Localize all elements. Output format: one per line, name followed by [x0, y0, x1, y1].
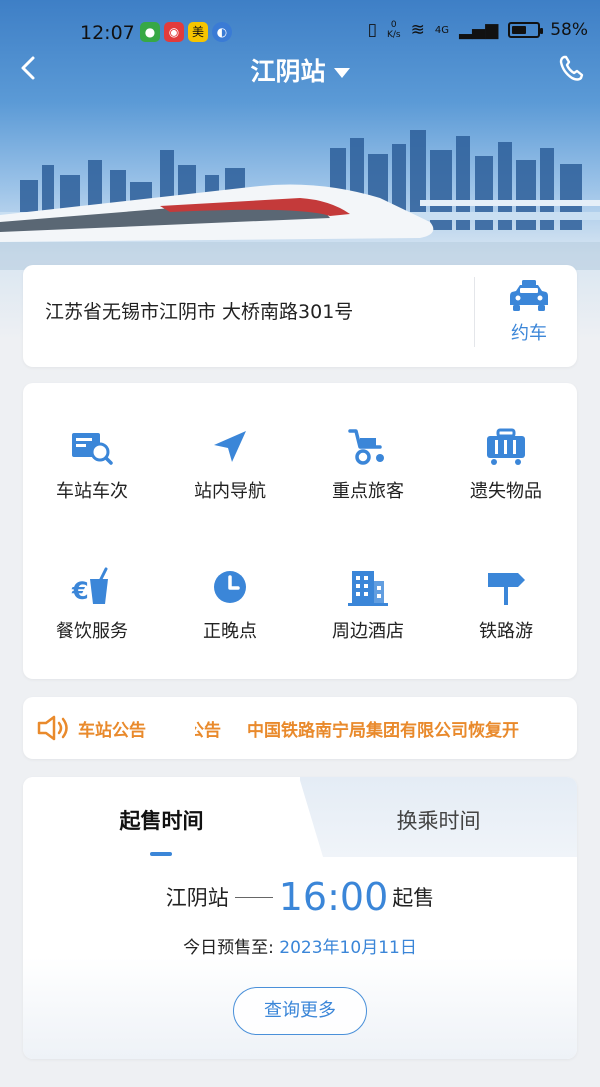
service-label: 周边酒店 [332, 621, 404, 642]
dash-divider [234, 896, 273, 898]
service-catering[interactable]: € 餐饮服务 [23, 567, 161, 643]
service-indoor-navigation[interactable]: 站内导航 [161, 427, 299, 503]
service-label: 重点旅客 [332, 481, 404, 502]
signpost-icon [488, 573, 525, 605]
svg-text:€: € [71, 577, 89, 605]
notice-marquee: 公告 中国铁路南宁局集团有限公司恢复开 [195, 716, 570, 741]
service-priority-passengers[interactable]: 重点旅客 [299, 427, 437, 503]
active-tab-indicator [150, 852, 172, 856]
address-card: 江苏省无锡市江阴市 大桥南路301号 约车 [23, 265, 577, 367]
notice-ghost-text: 公告 [195, 721, 221, 741]
book-taxi-button[interactable]: 约车 [494, 279, 564, 345]
service-lost-items[interactable]: 遗失物品 [437, 427, 575, 503]
caret-down-icon [333, 68, 350, 78]
station-address: 江苏省无锡市江阴市 大桥南路301号 [45, 301, 354, 323]
divider [474, 277, 475, 347]
sale-suffix: 起售 [392, 886, 435, 910]
clock-icon [214, 571, 246, 603]
train-search-icon [72, 433, 113, 465]
notice-message: 中国铁路南宁局集团有限公司恢复开 [247, 721, 519, 741]
weibo-icon: ◉ [164, 22, 184, 42]
navigation-bar: 江阴站 [0, 48, 600, 88]
ticket-sale-card: 起售时间 换乘时间 江阴站 16:00 起售 今日预售至: 2023年10月11日 … [23, 777, 577, 1059]
taxi-label: 约车 [511, 323, 547, 344]
battery-level [512, 26, 527, 34]
sale-station: 江阴站 [165, 886, 229, 910]
phone-icon[interactable] [556, 52, 588, 84]
network-speed: 0 K/s [387, 20, 401, 40]
wechat-icon: ● [140, 22, 160, 42]
drink-cup-icon: € [71, 567, 108, 605]
vibrate-icon: ▯ [367, 20, 377, 40]
hotel-building-icon [348, 571, 388, 606]
service-station-trains[interactable]: 车站车次 [23, 427, 161, 503]
station-notice-bar[interactable]: 车站公告 公告 中国铁路南宁局集团有限公司恢复开 [23, 697, 577, 759]
service-label: 铁路游 [479, 621, 533, 642]
meituan-icon: 美 [188, 22, 208, 42]
megaphone-icon [37, 715, 68, 741]
speed-unit: K/s [386, 30, 401, 40]
presale-date: 2023年10月11日 [279, 938, 417, 958]
navigation-arrow-icon [214, 431, 246, 462]
notice-label: 车站公告 [78, 721, 146, 741]
battery-percent: 58% [550, 20, 588, 40]
presale-row: 今日预售至: 2023年10月11日 [23, 933, 577, 958]
tab-transfer-time[interactable]: 换乘时间 [300, 805, 577, 835]
status-right: ▯ 0 K/s ≋ 4G ▂▄▆ 58% [368, 20, 588, 40]
service-label: 站内导航 [194, 481, 266, 502]
notification-icons: ● ◉ 美 ◐ [140, 22, 232, 42]
status-bar: 12:07 ● ◉ 美 ◐ ▯ 0 K/s ≋ 4G ▂▄▆ 58% [0, 0, 600, 46]
taxi-icon [510, 280, 548, 311]
service-train-status[interactable]: 正晚点 [161, 567, 299, 643]
wheelchair-icon [348, 429, 384, 465]
battery-icon [508, 22, 544, 38]
query-more-button[interactable]: 查询更多 [233, 987, 367, 1035]
speed-value: 0 [390, 20, 397, 30]
luggage-icon [487, 428, 525, 465]
page-title: 江阴站 [250, 57, 326, 86]
signal-icon: ▂▄▆ [458, 20, 499, 40]
service-label: 车站车次 [56, 481, 128, 502]
station-selector[interactable]: 江阴站 [0, 52, 600, 88]
service-label: 遗失物品 [470, 481, 542, 502]
sale-time: 16:00 [278, 875, 389, 919]
city-train-illustration [0, 130, 600, 270]
tab-sale-time[interactable]: 起售时间 [23, 805, 300, 835]
sale-time-row: 江阴站 16:00 起售 [23, 875, 577, 919]
network-type: 4G [434, 24, 449, 36]
wifi-icon: ≋ [410, 20, 425, 40]
service-nearby-hotels[interactable]: 周边酒店 [299, 567, 437, 643]
presale-label: 今日预售至: [183, 938, 274, 958]
services-grid: 车站车次 站内导航 重点旅客 遗失物品 € 餐饮服务 正晚点 周边酒店 铁路游 [23, 383, 577, 679]
browser-icon: ◐ [212, 22, 232, 42]
service-label: 餐饮服务 [56, 621, 128, 642]
service-label: 正晚点 [203, 621, 257, 642]
service-railway-travel[interactable]: 铁路游 [437, 567, 575, 643]
status-time: 12:07 [80, 22, 135, 44]
